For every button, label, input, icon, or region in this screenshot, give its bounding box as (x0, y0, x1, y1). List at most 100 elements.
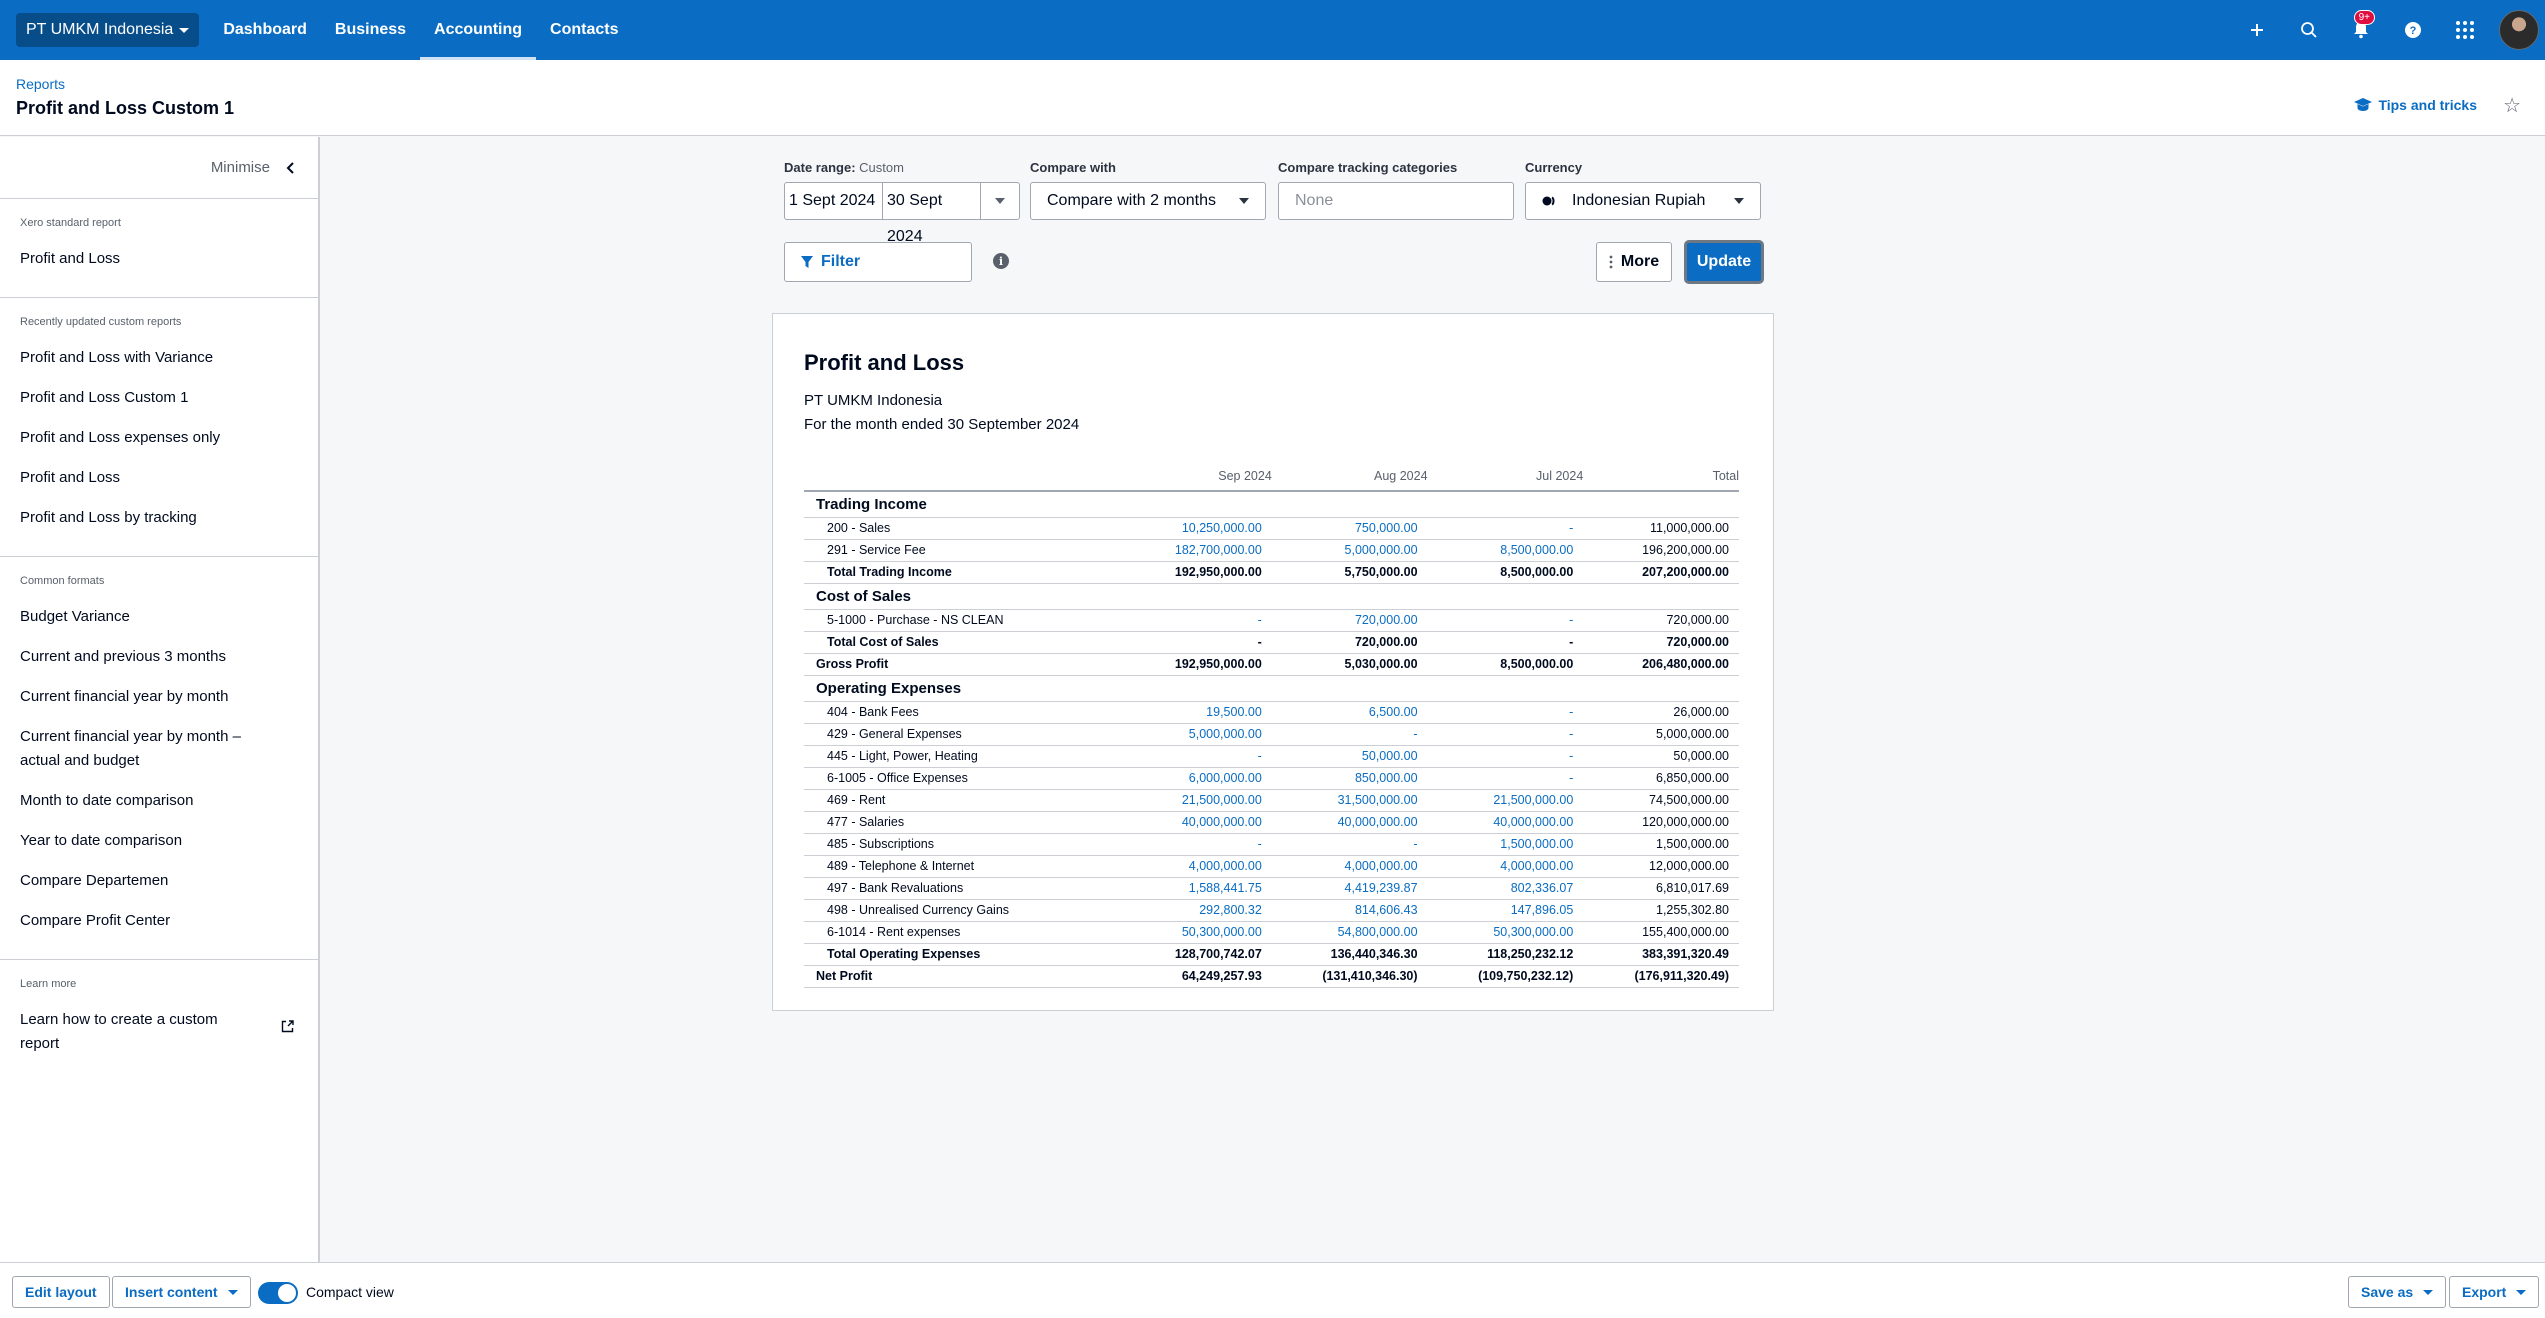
date-to-input[interactable]: 30 Sept 2024 (883, 183, 981, 245)
sidebar-item[interactable]: Profit and Loss (20, 247, 298, 271)
sidebar-item[interactable]: Budget Variance (20, 605, 298, 629)
learn-custom-report-link[interactable]: Learn how to create a custom report (20, 1008, 298, 1056)
update-button[interactable]: Update (1684, 240, 1764, 284)
drilldown-amount[interactable]: 21,500,000.00 (1427, 789, 1584, 812)
drilldown-amount[interactable]: 292,800.32 (1126, 899, 1272, 922)
amount: 192,950,000.00 (1126, 653, 1272, 676)
drilldown-amount[interactable]: 720,000.00 (1271, 609, 1428, 632)
help-icon[interactable]: ? (2387, 0, 2439, 60)
compact-view-label: Compact view (306, 1284, 394, 1300)
user-avatar[interactable] (2499, 10, 2539, 50)
more-options-button[interactable]: More (1596, 242, 1672, 282)
drilldown-amount[interactable]: 4,000,000.00 (1126, 855, 1272, 878)
amount: 64,249,257.93 (1126, 965, 1272, 988)
date-range-dropdown[interactable] (981, 198, 1019, 204)
sidebar-item[interactable]: Current financial year by month (20, 685, 298, 709)
insert-content-label: Insert content (125, 1284, 218, 1300)
export-label: Export (2462, 1284, 2507, 1300)
drilldown-amount[interactable]: 21,500,000.00 (1126, 789, 1272, 812)
sidebar-item[interactable]: Compare Departemen (20, 869, 298, 893)
compact-view-toggle[interactable] (258, 1282, 298, 1304)
sidebar-item[interactable]: Current and previous 3 months (20, 645, 298, 669)
nav-tab-contacts[interactable]: Contacts (536, 0, 632, 60)
amount: (131,410,346.30) (1271, 965, 1428, 988)
account-name: 477 - Salaries (804, 811, 1127, 834)
drilldown-amount[interactable]: 1,588,441.75 (1126, 877, 1272, 900)
drilldown-amount[interactable]: 50,300,000.00 (1126, 921, 1272, 944)
sidebar-item[interactable]: Profit and Loss with Variance (20, 346, 298, 370)
sidebar-item[interactable]: Profit and Loss expenses only (20, 426, 298, 450)
drilldown-amount[interactable]: 4,419,239.87 (1271, 877, 1428, 900)
export-button[interactable]: Export (2449, 1276, 2540, 1308)
date-from-input[interactable]: 1 Sept 2024 (785, 183, 883, 219)
tracking-placeholder: None (1295, 192, 1334, 209)
date-range-label: Date range: Custom (784, 160, 904, 175)
sidebar-item[interactable]: Profit and Loss Custom 1 (20, 386, 298, 410)
account-row: 489 - Telephone & Internet 4,000,000.00 4,… (804, 855, 1739, 878)
drilldown-amount[interactable]: 1,500,000.00 (1427, 833, 1584, 856)
drilldown-amount[interactable]: 5,000,000.00 (1271, 539, 1428, 562)
drilldown-amount[interactable]: 40,000,000.00 (1126, 811, 1272, 834)
insert-content-button[interactable]: Insert content (112, 1276, 251, 1308)
sidebar-heading: Xero standard report (20, 217, 121, 229)
drilldown-amount: - (1427, 517, 1584, 540)
compare-with-select[interactable]: Compare with 2 months (1030, 182, 1266, 220)
nav-tab-dashboard[interactable]: Dashboard (209, 0, 321, 60)
drilldown-amount: - (1427, 609, 1584, 632)
search-icon[interactable] (2283, 0, 2335, 60)
apps-grid-icon[interactable] (2439, 0, 2491, 60)
sidebar-item[interactable]: Profit and Loss by tracking (20, 506, 298, 530)
drilldown-amount[interactable]: 4,000,000.00 (1271, 855, 1428, 878)
sidebar-item[interactable]: Current financial year by month – actual… (20, 725, 298, 773)
currency-flag-icon (1542, 196, 1555, 206)
drilldown-amount[interactable]: 54,800,000.00 (1271, 921, 1428, 944)
drilldown-amount: - (1271, 723, 1428, 746)
drilldown-amount[interactable]: 182,700,000.00 (1126, 539, 1272, 562)
currency-select[interactable]: Indonesian Rupiah (1525, 182, 1761, 220)
save-as-button[interactable]: Save as (2348, 1276, 2447, 1308)
account-row: 498 - Unrealised Currency Gains 292,800.3… (804, 899, 1739, 922)
drilldown-amount[interactable]: 6,000,000.00 (1126, 767, 1272, 790)
drilldown-amount[interactable]: 31,500,000.00 (1271, 789, 1428, 812)
sidebar-item[interactable]: Compare Profit Center (20, 909, 298, 933)
tracking-categories-input[interactable]: None (1278, 182, 1514, 220)
drilldown-amount[interactable]: 814,606.43 (1271, 899, 1428, 922)
drilldown-amount[interactable]: 19,500.00 (1126, 701, 1272, 724)
drilldown-amount: - (1427, 745, 1584, 768)
drilldown-amount[interactable]: 850,000.00 (1271, 767, 1428, 790)
currency-label: Currency (1525, 160, 1583, 175)
drilldown-amount[interactable]: 6,500.00 (1271, 701, 1428, 724)
amount: 720,000.00 (1583, 609, 1739, 632)
drilldown-amount[interactable]: 147,896.05 (1427, 899, 1584, 922)
drilldown-amount[interactable]: 4,000,000.00 (1427, 855, 1584, 878)
account-row: 485 - Subscriptions - -1,500,000.00 1,500,0… (804, 833, 1739, 856)
plus-icon[interactable] (2231, 0, 2283, 60)
drilldown-amount[interactable]: 40,000,000.00 (1427, 811, 1584, 834)
drilldown-amount[interactable]: 50,300,000.00 (1427, 921, 1584, 944)
drilldown-amount[interactable]: 750,000.00 (1271, 517, 1428, 540)
section-heading: Trading Income (804, 491, 1739, 518)
svg-text:?: ? (2410, 25, 2417, 37)
bell-icon[interactable]: 9+ (2335, 0, 2387, 60)
section-heading: Cost of Sales (804, 583, 1739, 610)
sidebar-item[interactable]: Profit and Loss (20, 466, 298, 490)
nav-tab-business[interactable]: Business (321, 0, 420, 60)
info-icon[interactable]: i (993, 253, 1009, 269)
drilldown-amount[interactable]: 10,250,000.00 (1126, 517, 1272, 540)
drilldown-amount[interactable]: 802,336.07 (1427, 877, 1584, 900)
nav-tab-accounting[interactable]: Accounting (420, 0, 537, 60)
star-favourite-icon[interactable]: ☆ (2503, 93, 2521, 118)
drilldown-amount[interactable]: 50,000.00 (1271, 745, 1428, 768)
sidebar-item[interactable]: Month to date comparison (20, 789, 298, 813)
edit-layout-button[interactable]: Edit layout (12, 1276, 110, 1308)
sidebar-item[interactable]: Year to date comparison (20, 829, 298, 853)
drilldown-amount[interactable]: 40,000,000.00 (1271, 811, 1428, 834)
drilldown-amount[interactable]: 8,500,000.00 (1427, 539, 1584, 562)
amount: 155,400,000.00 (1583, 921, 1739, 944)
filter-button[interactable]: Filter (784, 242, 972, 282)
minimise-sidebar-button[interactable]: Minimise (0, 137, 318, 199)
tips-and-tricks-button[interactable]: Tips and tricks (2354, 97, 2477, 113)
breadcrumb-reports[interactable]: Reports (16, 76, 65, 92)
drilldown-amount[interactable]: 5,000,000.00 (1126, 723, 1272, 746)
organisation-switcher[interactable]: PT UMKM Indonesia (16, 13, 200, 47)
